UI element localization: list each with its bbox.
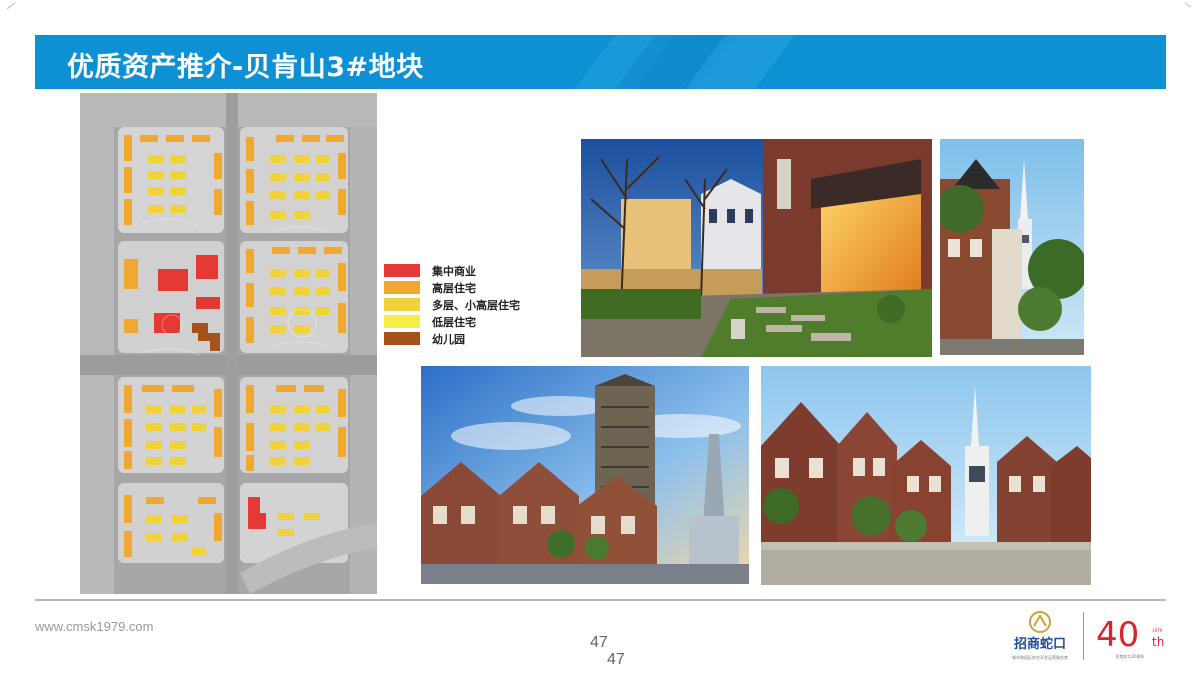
legend-swatch	[384, 332, 420, 345]
legend-swatch	[384, 264, 420, 277]
page-number-duplicate: 47	[607, 651, 625, 668]
anniversary-small: 1979	[1152, 628, 1163, 633]
company-name: 招商蛇口	[1014, 636, 1066, 652]
company-subtitle: 城市和园区综合开发运营服务商	[1012, 654, 1068, 660]
anniversary-logo-icon: 40 1979 th 招商蛇口40周年	[1096, 615, 1164, 659]
photo-evening-street-image	[581, 139, 932, 357]
legend-swatch	[384, 315, 420, 328]
page-title: 优质资产推介-贝肯山3#地块	[67, 52, 424, 83]
footer-divider	[35, 599, 1166, 601]
title-bar: 优质资产推介-贝肯山3#地块	[35, 35, 1166, 89]
site-plan-map	[80, 93, 377, 594]
legend-label: 高层住宅	[432, 282, 476, 295]
photo-church-tower	[940, 139, 1084, 355]
corner-mark-left	[6, 2, 16, 10]
brand-divider	[1083, 612, 1084, 660]
company-logo-icon: 招商蛇口 城市和园区综合开发运营服务商	[1012, 611, 1068, 660]
photo-evening-street	[581, 139, 932, 357]
anniversary-number: 40	[1096, 615, 1139, 655]
photo-highrise-townhouses	[421, 366, 749, 584]
page-number: 47	[590, 634, 608, 651]
anniversary-logo: 40 1979 th 招商蛇口40周年	[1094, 612, 1166, 662]
anniversary-caption: 招商蛇口40周年	[1115, 653, 1144, 659]
legend-label: 多层、小高层住宅	[432, 299, 520, 312]
photo-church-tower-image	[940, 139, 1084, 355]
photo-townhouse-street-image	[761, 366, 1091, 585]
company-logo: 招商蛇口 城市和园区综合开发运营服务商	[1008, 610, 1072, 662]
anniversary-suffix: th	[1152, 635, 1164, 649]
legend-swatch	[384, 281, 420, 294]
footer-url: www.cmsk1979.com	[35, 619, 154, 634]
legend-label: 低层住宅	[432, 316, 476, 329]
corner-mark-right	[1184, 2, 1192, 8]
legend-swatch	[384, 298, 420, 311]
legend-label: 幼儿园	[432, 333, 465, 346]
site-plan-drawing	[80, 93, 377, 594]
photo-townhouse-street	[761, 366, 1091, 585]
legend-label: 集中商业	[432, 265, 476, 278]
photo-highrise-townhouses-image	[421, 366, 749, 584]
